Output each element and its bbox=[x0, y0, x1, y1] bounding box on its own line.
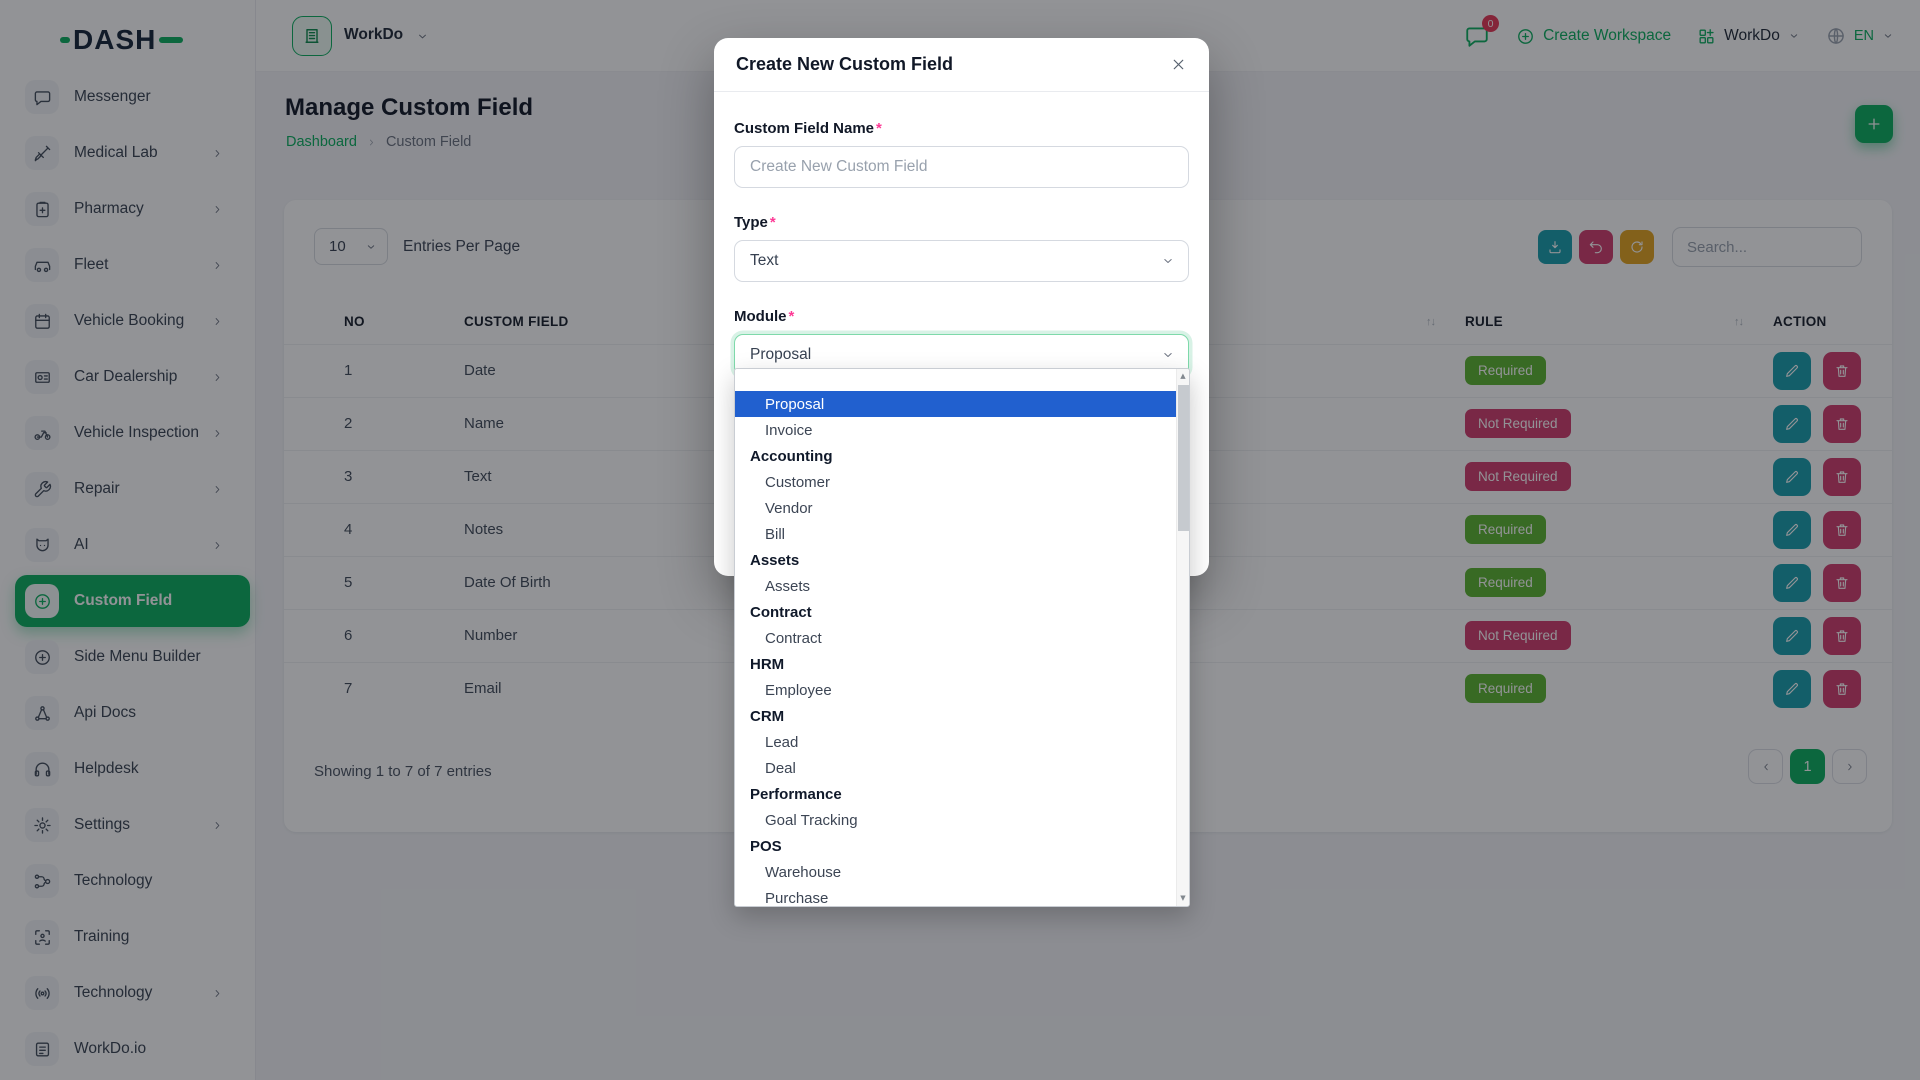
dropdown-option-vendor[interactable]: Vendor bbox=[735, 495, 1176, 521]
dropdown-option-invoice[interactable]: Invoice bbox=[735, 417, 1176, 443]
scroll-up-arrow[interactable]: ▲ bbox=[1177, 370, 1189, 383]
scrollbar-thumb[interactable] bbox=[1178, 385, 1189, 531]
dropdown-option-contract[interactable]: Contract bbox=[735, 625, 1176, 651]
dropdown-scrollbar[interactable]: ▲ ▼ bbox=[1176, 369, 1189, 906]
type-select[interactable]: Text bbox=[734, 240, 1189, 282]
type-select-value: Text bbox=[750, 252, 778, 270]
dropdown-option-employee[interactable]: Employee bbox=[735, 677, 1176, 703]
modal-title: Create New Custom Field bbox=[736, 54, 953, 75]
module-select-value: Proposal bbox=[750, 346, 811, 364]
close-icon bbox=[1170, 56, 1187, 73]
dropdown-group-assets: Assets bbox=[735, 547, 1176, 573]
dropdown-option-blank[interactable] bbox=[735, 369, 1176, 391]
dropdown-group-hrm: HRM bbox=[735, 651, 1176, 677]
dropdown-option-goal-tracking[interactable]: Goal Tracking bbox=[735, 807, 1176, 833]
dropdown-option-deal[interactable]: Deal bbox=[735, 755, 1176, 781]
dropdown-group-contract: Contract bbox=[735, 599, 1176, 625]
dropdown-option-purchase[interactable]: Purchase bbox=[735, 885, 1176, 907]
module-label: Module* bbox=[734, 308, 1189, 325]
custom-field-name-label: Custom Field Name* bbox=[734, 120, 1189, 137]
chevron-down-icon bbox=[1161, 348, 1175, 362]
dropdown-group-performance: Performance bbox=[735, 781, 1176, 807]
dropdown-option-customer[interactable]: Customer bbox=[735, 469, 1176, 495]
dropdown-group-accounting: Accounting bbox=[735, 443, 1176, 469]
dropdown-group-pos: POS bbox=[735, 833, 1176, 859]
chevron-down-icon bbox=[1161, 254, 1175, 268]
dropdown-option-bill[interactable]: Bill bbox=[735, 521, 1176, 547]
module-dropdown-list: ProposalInvoiceAccountingCustomerVendorB… bbox=[734, 368, 1190, 907]
type-label: Type* bbox=[734, 214, 1189, 231]
dropdown-option-lead[interactable]: Lead bbox=[735, 729, 1176, 755]
dropdown-option-warehouse[interactable]: Warehouse bbox=[735, 859, 1176, 885]
dropdown-option-proposal[interactable]: Proposal bbox=[735, 391, 1176, 417]
scroll-down-arrow[interactable]: ▼ bbox=[1177, 892, 1189, 905]
module-options: ProposalInvoiceAccountingCustomerVendorB… bbox=[735, 369, 1176, 907]
dropdown-group-crm: CRM bbox=[735, 703, 1176, 729]
custom-field-name-input[interactable] bbox=[734, 146, 1189, 188]
dropdown-option-assets[interactable]: Assets bbox=[735, 573, 1176, 599]
close-modal-button[interactable] bbox=[1170, 56, 1187, 73]
